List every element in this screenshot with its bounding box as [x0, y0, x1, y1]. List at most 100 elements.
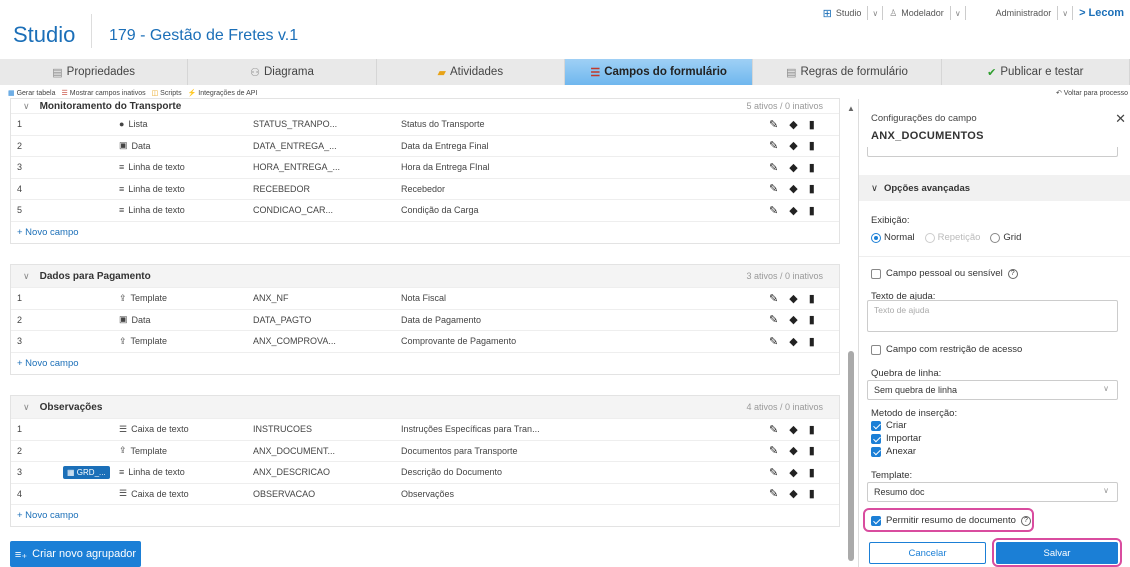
layers-icon[interactable]: ◆	[789, 487, 797, 500]
edit-icon[interactable]: ✎	[769, 487, 778, 500]
chevron-down-icon[interactable]: ∨	[23, 402, 30, 413]
cancel-button[interactable]: Cancelar	[869, 542, 986, 564]
trash-icon[interactable]: ▮	[809, 335, 815, 348]
edit-icon[interactable]: ✎	[769, 444, 778, 457]
template-select[interactable]: Resumo doc ∨	[867, 482, 1118, 502]
table-row[interactable]: 2 ▣ Data DATA_ENTREGA_... Data da Entrega…	[11, 134, 839, 157]
trash-icon[interactable]: ▮	[809, 182, 815, 195]
trash-icon[interactable]: ▮	[809, 139, 815, 152]
new-field-button[interactable]: + Novo campo	[11, 504, 839, 526]
create-group-button[interactable]: ≡₊ Criar novo agrupador	[10, 541, 141, 567]
table-row[interactable]: 1 ☰ Caixa de texto INSTRUCOES Instruções …	[11, 418, 839, 440]
trash-icon[interactable]: ▮	[809, 444, 815, 457]
edit-icon[interactable]: ✎	[769, 292, 778, 305]
group-header[interactable]: ∨ Dados para Pagamento 3 ativos / 0 inat…	[11, 265, 839, 287]
metodo-anexar-checkbox[interactable]: Anexar	[871, 446, 916, 457]
layers-icon[interactable]: ◆	[789, 161, 797, 174]
help-text-input[interactable]: Texto de ajuda	[867, 300, 1118, 332]
table-row[interactable]: 1 ⇪ Template ANX_NF Nota Fiscal ✎ ◆ ▮	[11, 287, 839, 309]
layers-icon[interactable]: ◆	[789, 423, 797, 436]
chevron-down-icon[interactable]: ∨	[23, 271, 30, 282]
integracoes-button[interactable]: ⚡ Integrações de API	[188, 89, 258, 97]
radio-normal[interactable]: Normal	[871, 232, 915, 243]
table-row[interactable]: 2 ⇪ Template ANX_DOCUMENT... Documentos p…	[11, 439, 839, 462]
step-diagrama[interactable]: ⚇ Diagrama	[188, 59, 377, 85]
edit-icon[interactable]: ✎	[769, 204, 778, 217]
edit-icon[interactable]: ✎	[769, 182, 778, 195]
quebra-select[interactable]: Sem quebra de linha ∨	[867, 380, 1118, 400]
table-row[interactable]: 4 ☰ Caixa de texto OBSERVACAO Observações…	[11, 482, 839, 505]
layers-icon[interactable]: ◆	[789, 118, 797, 131]
trash-icon[interactable]: ▮	[809, 487, 815, 500]
layers-icon[interactable]: ◆	[789, 182, 797, 195]
layers-icon[interactable]: ◆	[789, 313, 797, 326]
save-button[interactable]: Salvar	[996, 542, 1118, 564]
trash-icon[interactable]: ▮	[809, 161, 815, 174]
layers-icon[interactable]: ◆	[789, 444, 797, 457]
grid-badge[interactable]: ▦ GRD_...	[63, 465, 110, 479]
scripts-button[interactable]: ◫ Scripts	[152, 89, 182, 97]
admin-menu[interactable]: Administrador	[966, 8, 1058, 18]
edit-icon[interactable]: ✎	[769, 335, 778, 348]
advanced-section-header[interactable]: ∨ Opções avançadas	[859, 175, 1130, 201]
table-row[interactable]: 3 ≡ Linha de texto HORA_ENTREGA_... Hora …	[11, 156, 839, 178]
table-row[interactable]: 3 ⇪ Template ANX_COMPROVA... Comprovante …	[11, 330, 839, 352]
studio-menu[interactable]: ⊞ Studio	[817, 7, 868, 20]
step-campos[interactable]: ☰ Campos do formulário	[564, 59, 754, 85]
layers-icon[interactable]: ◆	[789, 335, 797, 348]
table-row[interactable]: 4 ≡ Linha de texto RECEBEDOR Recebedor ✎ ◆…	[11, 177, 839, 200]
campo-pessoal-checkbox[interactable]: Campo pessoal ou sensível ?	[871, 268, 1018, 279]
modelador-menu[interactable]: ♙ Modelador	[883, 8, 950, 19]
table-row[interactable]: 5 ≡ Linha de texto CONDICAO_CAR... Condiç…	[11, 199, 839, 221]
table-row[interactable]: 2 ▣ Data DATA_PAGTO Data de Pagamento ✎ ◆ ▮	[11, 308, 839, 331]
scrollbar[interactable]: ▲	[847, 104, 855, 567]
permitir-resumo-checkbox[interactable]: Permitir resumo de documento ?	[871, 515, 1031, 526]
gerar-tabela-button[interactable]: ▦ Gerar tabela	[8, 89, 56, 97]
previous-input[interactable]	[867, 147, 1118, 157]
edit-icon[interactable]: ✎	[769, 313, 778, 326]
help-icon[interactable]: ?	[1020, 515, 1031, 526]
scrollbar-thumb[interactable]	[848, 351, 854, 561]
trash-icon[interactable]: ▮	[809, 423, 815, 436]
help-icon[interactable]: ?	[1007, 268, 1018, 279]
voltar-button[interactable]: ↶ Voltar para processo	[1056, 89, 1128, 97]
table-row[interactable]: 3 ▦ GRD_... ≡ Linha de texto ANX_DESCRICA…	[11, 461, 839, 483]
layers-icon[interactable]: ◆	[789, 466, 797, 479]
chevron-down-icon[interactable]: ∨	[1058, 9, 1072, 18]
trash-icon[interactable]: ▮	[809, 313, 815, 326]
trash-icon[interactable]: ▮	[809, 118, 815, 131]
step-atividades[interactable]: ▰ Atividades	[377, 59, 565, 85]
group-header[interactable]: ∨ Monitoramento do Transporte 5 ativos /…	[11, 99, 839, 113]
step-regras[interactable]: ▤ Regras de formulário	[753, 59, 942, 85]
trash-icon[interactable]: ▮	[809, 292, 815, 305]
edit-icon[interactable]: ✎	[769, 139, 778, 152]
group-header[interactable]: ∨ Observações 4 ativos / 0 inativos	[11, 396, 839, 418]
radio-grid[interactable]: Grid	[990, 232, 1021, 243]
lecom-logo[interactable]: > Lecom	[1073, 7, 1130, 19]
table-row[interactable]: 1 ● Lista STATUS_TRANPO... Status do Tran…	[11, 113, 839, 135]
edit-icon[interactable]: ✎	[769, 161, 778, 174]
chevron-down-icon[interactable]: ∨	[951, 9, 965, 18]
close-icon[interactable]: ✕	[1115, 111, 1126, 127]
scroll-up-icon[interactable]: ▲	[847, 104, 855, 113]
restricao-checkbox[interactable]: Campo com restrição de acesso	[871, 344, 1022, 355]
chevron-down-icon[interactable]: ∨	[23, 101, 30, 112]
edit-icon[interactable]: ✎	[769, 423, 778, 436]
grid-icon: ▦	[67, 467, 75, 477]
trash-icon[interactable]: ▮	[809, 204, 815, 217]
metodo-criar-checkbox[interactable]: Criar	[871, 420, 907, 431]
metodo-importar-checkbox[interactable]: Importar	[871, 433, 921, 444]
layers-icon[interactable]: ◆	[789, 139, 797, 152]
edit-icon[interactable]: ✎	[769, 118, 778, 131]
chevron-down-icon[interactable]: ∨	[868, 9, 882, 18]
mostrar-inativos-button[interactable]: ☰ Mostrar campos inativos	[62, 89, 146, 97]
layers-icon[interactable]: ◆	[789, 204, 797, 217]
new-field-button[interactable]: + Novo campo	[11, 220, 839, 243]
edit-icon[interactable]: ✎	[769, 466, 778, 479]
step-propriedades[interactable]: ▤ Propriedades	[0, 59, 189, 85]
layers-icon[interactable]: ◆	[789, 292, 797, 305]
brand-logo[interactable]: Studio	[13, 22, 75, 48]
new-field-button[interactable]: + Novo campo	[11, 351, 839, 374]
step-publicar[interactable]: ✔ Publicar e testar	[942, 59, 1130, 85]
trash-icon[interactable]: ▮	[809, 466, 815, 479]
